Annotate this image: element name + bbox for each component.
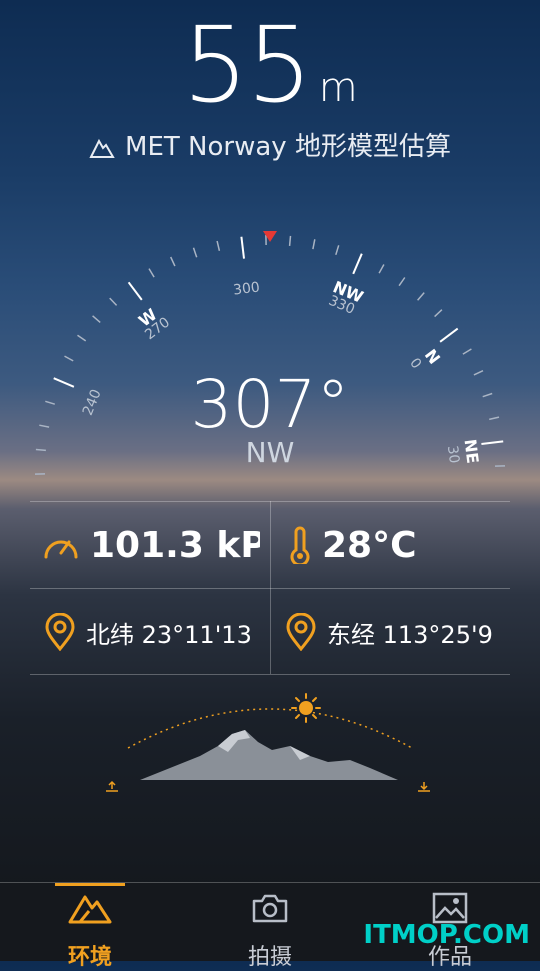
altitude-display: 55m xyxy=(0,10,540,120)
sun-icon xyxy=(292,694,320,722)
compass-tick xyxy=(336,245,339,255)
tab-label: 拍摄 xyxy=(180,939,360,971)
watermark-text: ITMOP.COM xyxy=(363,920,530,950)
compass-tick xyxy=(217,241,219,251)
pressure-value: 101.3 kP xyxy=(90,525,260,566)
tab-label: 环境 xyxy=(0,939,180,971)
compass-tick xyxy=(379,265,384,274)
tab-environment[interactable]: 环境 xyxy=(0,883,180,961)
elevation-source-text: MET Norway 地形模型估算 xyxy=(125,132,451,162)
compass-label-300: 300 xyxy=(232,279,260,298)
compass-tick xyxy=(78,335,86,341)
compass-tick xyxy=(463,349,472,354)
longitude-value: 东经 113°25'9 xyxy=(327,615,493,650)
divider xyxy=(270,501,271,674)
heading-direction: NW xyxy=(0,436,540,469)
thermometer-icon xyxy=(288,526,312,564)
compass-tick xyxy=(171,257,175,266)
compass-label-n: N xyxy=(421,346,444,368)
compass-tick xyxy=(399,278,405,286)
compass-tick xyxy=(65,356,74,361)
compass-tick xyxy=(129,282,142,300)
compass-tick xyxy=(313,239,315,249)
temperature-value: 28°C xyxy=(322,525,417,566)
sun-path-graphic xyxy=(100,690,440,800)
location-pin-icon xyxy=(285,613,317,651)
compass-tick xyxy=(149,269,154,278)
latitude-value: 北纬 23°11'13 xyxy=(86,615,252,650)
compass-tick xyxy=(440,329,458,342)
latitude-reading: 北纬 23°11'13 xyxy=(44,592,258,672)
heading-degrees: 307° xyxy=(0,368,540,442)
elevation-source: MET Norway 地形模型估算 xyxy=(0,126,540,163)
sunset-icon xyxy=(418,782,430,791)
altitude-number: 55 xyxy=(182,4,310,126)
compass-tick xyxy=(241,237,244,259)
camera-icon xyxy=(250,891,290,925)
heading-marker xyxy=(263,231,277,242)
compass-tick xyxy=(290,236,291,246)
mountain-icon xyxy=(67,891,113,925)
sunrise-icon xyxy=(106,782,118,791)
tab-capture[interactable]: 拍摄 xyxy=(180,883,360,961)
gauge-icon xyxy=(42,529,80,561)
mountain-outline-icon xyxy=(89,137,115,159)
compass-tick xyxy=(418,293,425,301)
altitude-unit: m xyxy=(319,65,358,111)
compass-tick xyxy=(194,248,197,257)
compass-tick xyxy=(110,298,117,305)
longitude-reading: 东经 113°25'9 xyxy=(285,592,497,672)
compass-tick xyxy=(435,310,442,317)
location-pin-icon xyxy=(44,613,76,651)
mountain-silhouette xyxy=(140,730,398,780)
divider xyxy=(30,674,510,675)
temperature-reading: 28°C xyxy=(288,505,510,585)
compass-tick xyxy=(353,254,362,274)
pressure-reading: 101.3 kP xyxy=(42,505,260,585)
compass-tick xyxy=(93,316,101,323)
